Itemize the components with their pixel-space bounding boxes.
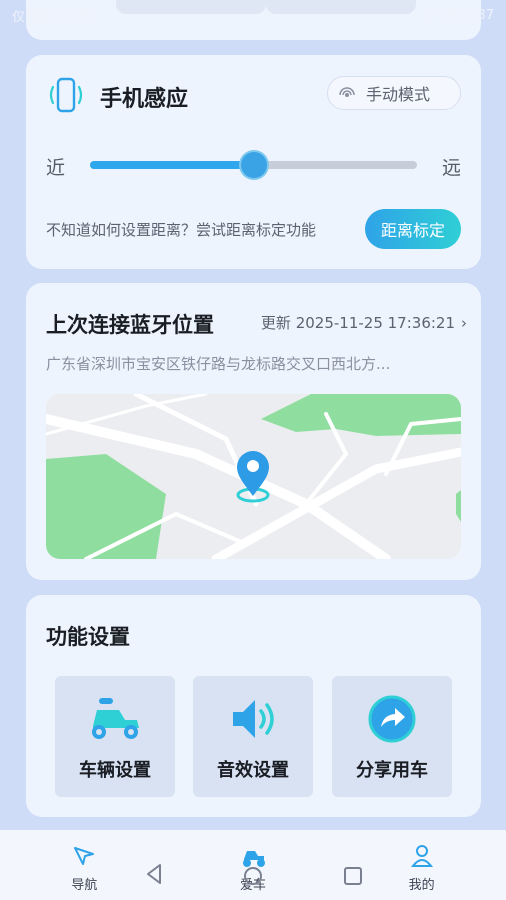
feature-settings-card: 功能设置 车辆设置 音效设置 分享用车 <box>26 595 481 817</box>
location-update-link[interactable]: 更新 2025-11-25 17:36:21 › <box>261 312 467 333</box>
status-text: 仅限紧急呼叫 <box>12 9 91 25</box>
nav-item-profile[interactable]: 我的 <box>337 830 506 900</box>
tile-label: 分享用车 <box>356 760 428 781</box>
far-label: 远 <box>441 157 461 179</box>
last-location-card: 上次连接蓝牙位置 更新 2025-11-25 17:36:21 › 广东省深圳市… <box>26 283 481 580</box>
status-right: ▭ 76 5:37 <box>424 8 494 23</box>
phone-sense-title: 手机感应 <box>100 87 189 112</box>
chevron-right-icon: › <box>461 313 467 332</box>
manual-mode-label: 手动模式 <box>366 85 431 104</box>
speaker-icon <box>233 700 274 738</box>
tile-label: 音效设置 <box>217 760 289 781</box>
phone-sense-card: 手机感应 手动模式 近 远 不知道如何设置距离？尝试距离标定功能 距离标定 <box>26 55 481 269</box>
calibration-hint: 不知道如何设置距离？尝试距离标定功能 <box>46 221 317 239</box>
system-home-icon[interactable] <box>243 862 263 886</box>
update-text: 更新 2025-11-25 17:36:21 <box>260 314 455 332</box>
battery-level: 76 <box>442 7 459 23</box>
distance-slider[interactable] <box>90 152 417 178</box>
system-back-icon[interactable] <box>144 862 164 886</box>
near-label: 近 <box>46 157 66 179</box>
feature-settings-title: 功能设置 <box>46 625 130 649</box>
map-graphic <box>46 394 461 559</box>
location-map[interactable] <box>46 394 461 559</box>
share-vehicle-tile[interactable]: 分享用车 <box>332 676 452 797</box>
share-icon <box>368 695 416 743</box>
status-bar: 仅限紧急呼叫 ▭ 76 5:37 <box>0 0 506 30</box>
battery-icon: ▭ <box>423 7 437 23</box>
location-title: 上次连接蓝牙位置 <box>46 313 214 337</box>
sound-settings-tile[interactable]: 音效设置 <box>193 676 313 797</box>
location-address: 广东省深圳市宝安区铁仔路与龙标路交叉口西北方... <box>46 355 391 373</box>
scooter-icon <box>92 698 139 739</box>
nav-label: 我的 <box>408 878 435 893</box>
tile-label: 车辆设置 <box>79 760 151 781</box>
system-recent-icon[interactable] <box>343 866 363 886</box>
clock: 5:37 <box>464 7 494 23</box>
phone-sense-icon <box>49 77 83 113</box>
vehicle-settings-tile[interactable]: 车辆设置 <box>55 676 175 797</box>
manual-mode-button[interactable]: 手动模式 <box>327 76 461 110</box>
slider-fill <box>90 161 254 169</box>
signal-icon <box>339 87 355 97</box>
navigation-icon <box>74 847 95 865</box>
profile-icon <box>410 845 433 867</box>
slider-thumb[interactable] <box>240 152 267 178</box>
calibrate-button[interactable]: 距离标定 <box>365 209 461 249</box>
nav-label: 导航 <box>71 878 98 893</box>
